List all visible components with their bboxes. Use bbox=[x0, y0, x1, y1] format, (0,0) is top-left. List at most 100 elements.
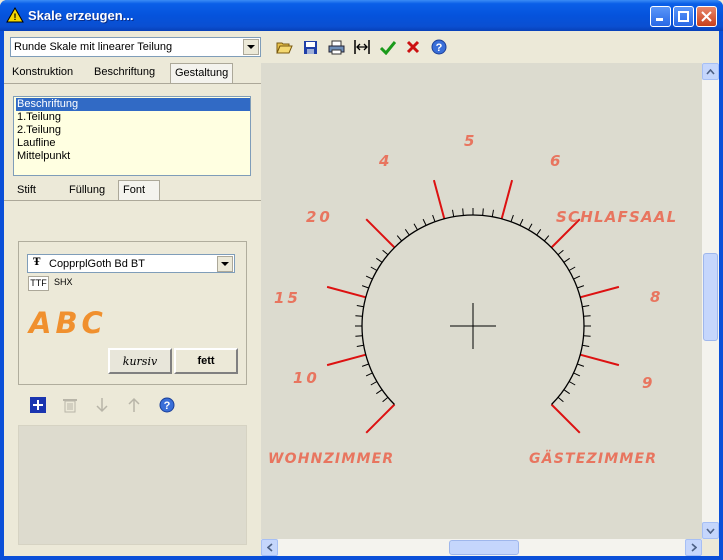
drawing-canvas[interactable]: 10 15 20 4 5 6 SCHLAFSAAL 8 9 WOHNZIMMER… bbox=[261, 63, 702, 539]
list-help-button[interactable]: ? bbox=[159, 397, 175, 416]
list-item[interactable]: Beschriftung bbox=[16, 98, 250, 111]
mirror-button[interactable] bbox=[352, 38, 372, 56]
scroll-left-button[interactable] bbox=[261, 539, 278, 556]
bold-button[interactable]: fett bbox=[174, 348, 238, 374]
scroll-right-button[interactable] bbox=[685, 539, 702, 556]
dial-minor-tick bbox=[365, 372, 373, 377]
scale-type-value: Runde Skale mit linearer Teilung bbox=[14, 41, 173, 53]
italic-button[interactable]: kursiv bbox=[108, 348, 172, 374]
scroll-down-button[interactable] bbox=[702, 522, 719, 539]
dial-preview: 10 15 20 4 5 6 SCHLAFSAAL 8 9 WOHNZIMMER… bbox=[268, 132, 677, 467]
delete-button[interactable] bbox=[63, 397, 77, 416]
ok-check-icon bbox=[380, 40, 396, 55]
tab-label: Gestaltung bbox=[175, 67, 229, 79]
move-down-button[interactable] bbox=[96, 397, 108, 416]
dial-minor-tick bbox=[583, 335, 591, 337]
dial-minor-tick bbox=[563, 389, 570, 395]
chevron-down-icon[interactable] bbox=[217, 256, 233, 272]
tab-stift[interactable]: Stift bbox=[13, 181, 40, 201]
horizontal-scrollbar[interactable] bbox=[261, 539, 702, 556]
minimize-button[interactable] bbox=[650, 6, 671, 27]
chevron-left-icon bbox=[266, 543, 273, 552]
ttf-toggle[interactable]: TTF bbox=[28, 276, 49, 291]
list-item[interactable]: 2.Teilung bbox=[16, 124, 250, 137]
maximize-button[interactable] bbox=[673, 6, 694, 27]
dial-minor-tick bbox=[582, 344, 590, 347]
folder-open-icon bbox=[275, 42, 293, 54]
tab-beschriftung[interactable]: Beschriftung bbox=[90, 63, 159, 83]
dial-label: 9 bbox=[642, 374, 652, 392]
dial-minor-tick bbox=[568, 381, 576, 386]
dial-minor-tick bbox=[583, 315, 591, 317]
dial-label: SCHLAFSAAL bbox=[556, 208, 677, 226]
cancel-button[interactable] bbox=[403, 38, 423, 56]
save-button[interactable] bbox=[300, 38, 320, 56]
dial-minor-tick bbox=[413, 223, 418, 231]
open-button[interactable] bbox=[274, 38, 294, 56]
delete-icon bbox=[63, 399, 77, 413]
print-icon bbox=[328, 40, 344, 54]
dial-minor-tick bbox=[573, 275, 581, 280]
print-button[interactable] bbox=[326, 38, 346, 56]
dial-minor-tick bbox=[376, 257, 383, 263]
app-window: ! Skale erzeugen... Runde Skale mit line… bbox=[0, 0, 723, 560]
title-bar[interactable]: ! Skale erzeugen... bbox=[0, 0, 723, 31]
elements-listbox[interactable]: Beschriftung 1.Teilung 2.Teilung Lauflin… bbox=[13, 96, 251, 176]
dial-label: 6 bbox=[550, 152, 560, 170]
dial-major-tick bbox=[365, 403, 396, 434]
tab-label: Füllung bbox=[69, 184, 106, 196]
shx-toggle[interactable]: SHX bbox=[54, 277, 73, 287]
scroll-corner bbox=[702, 539, 719, 556]
font-preview: ABC bbox=[29, 306, 107, 340]
dial-minor-tick bbox=[396, 235, 403, 242]
dial-minor-tick bbox=[462, 208, 464, 216]
dial-minor-tick bbox=[432, 214, 436, 222]
scale-type-select[interactable]: Runde Skale mit linearer Teilung bbox=[10, 37, 261, 57]
dial-minor-tick bbox=[577, 285, 585, 289]
toolbar: Runde Skale mit linearer Teilung ? bbox=[4, 31, 719, 63]
italic-label: kursiv bbox=[122, 354, 158, 368]
scroll-up-button[interactable] bbox=[702, 63, 719, 80]
svg-text:!: ! bbox=[14, 12, 17, 22]
dial-minor-tick bbox=[568, 266, 576, 271]
help-icon: ? bbox=[159, 397, 175, 413]
tab-fuellung[interactable]: Füllung bbox=[65, 181, 109, 201]
bold-label: fett bbox=[197, 355, 215, 367]
add-icon bbox=[30, 397, 46, 413]
close-button[interactable] bbox=[696, 6, 717, 27]
help-button[interactable]: ? bbox=[429, 38, 449, 56]
add-button[interactable] bbox=[30, 397, 46, 416]
tab-divider bbox=[4, 83, 261, 84]
dial-minor-tick bbox=[422, 218, 427, 226]
list-item[interactable]: Mittelpunkt bbox=[16, 150, 250, 163]
dial-major-tick bbox=[500, 179, 514, 220]
move-down-icon bbox=[96, 398, 108, 413]
ok-button[interactable] bbox=[378, 38, 398, 56]
dial-label: 4 bbox=[378, 152, 389, 170]
dial-minor-tick bbox=[404, 229, 410, 236]
dial-minor-tick bbox=[557, 396, 564, 403]
tab-label: Beschriftung bbox=[94, 66, 156, 78]
dial-major-tick bbox=[579, 353, 620, 367]
tab-font[interactable]: Font bbox=[118, 180, 160, 200]
dial-minor-tick bbox=[528, 223, 533, 231]
tab-label: Konstruktion bbox=[12, 66, 74, 78]
tab-gestaltung[interactable]: Gestaltung bbox=[170, 63, 233, 83]
dial-minor-tick bbox=[355, 315, 363, 317]
font-select[interactable]: Ŧ CopprplGoth Bd BT bbox=[27, 254, 235, 273]
chevron-down-icon[interactable] bbox=[243, 39, 259, 55]
chevron-up-icon bbox=[706, 68, 715, 75]
dial-label: 8 bbox=[650, 288, 660, 306]
list-item[interactable]: 1.Teilung bbox=[16, 111, 250, 124]
tab-konstruktion[interactable]: Konstruktion bbox=[8, 63, 77, 83]
vertical-scroll-thumb[interactable] bbox=[703, 253, 718, 341]
dial-minor-tick bbox=[382, 249, 389, 256]
svg-text:?: ? bbox=[436, 42, 443, 54]
horizontal-scroll-thumb[interactable] bbox=[449, 540, 519, 555]
dial-minor-tick bbox=[382, 396, 389, 403]
move-up-button[interactable] bbox=[128, 397, 140, 416]
dial-minor-tick bbox=[519, 218, 524, 226]
list-item[interactable]: Laufline bbox=[16, 137, 250, 150]
dial-minor-tick bbox=[573, 372, 581, 377]
vertical-scrollbar[interactable] bbox=[702, 63, 719, 539]
